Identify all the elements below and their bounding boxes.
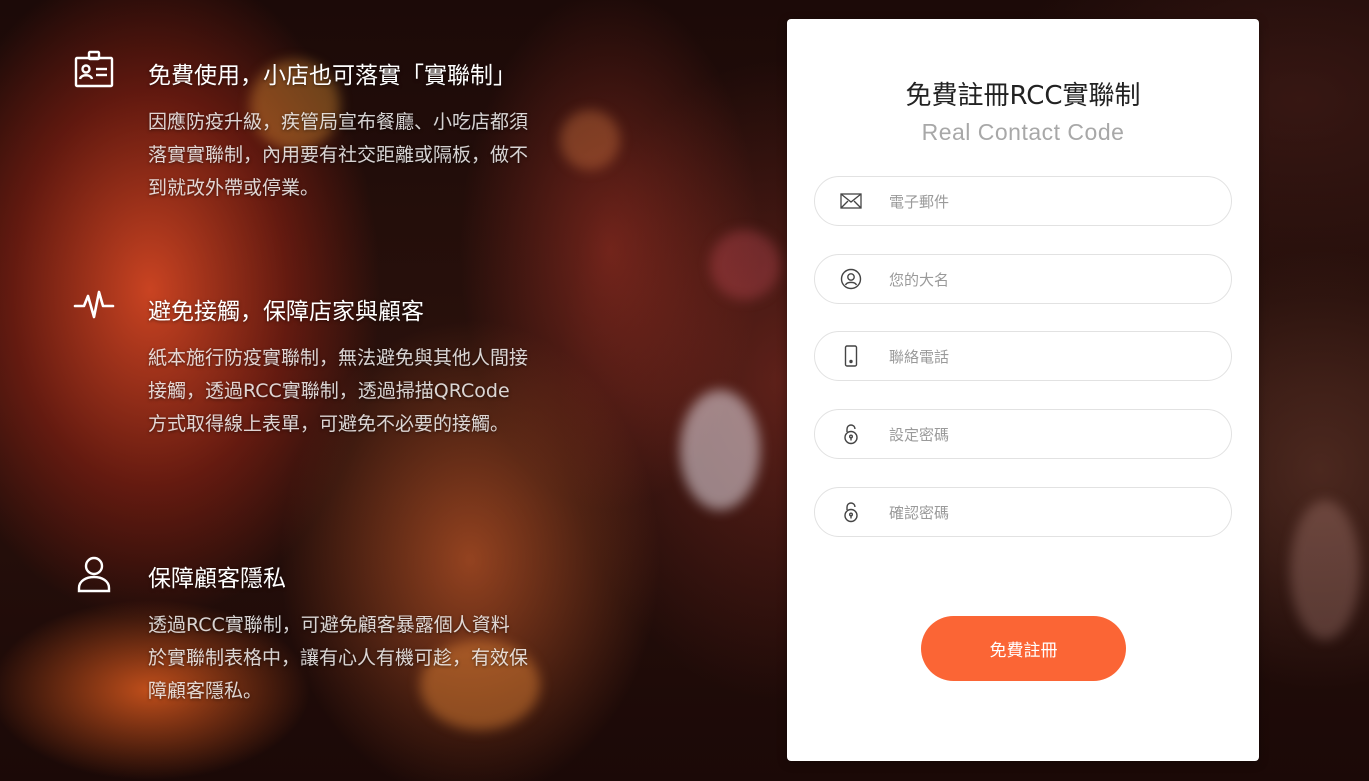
lock-icon — [840, 423, 862, 445]
feature-description: 紙本施行防疫實聯制，無法避免與其他人間接接觸，透過RCC實聯制，透過掃描QRCo… — [148, 347, 529, 435]
form-subtitle: Real Contact Code — [921, 119, 1125, 145]
features-panel: 免費使用，小店也可落實「實聯制」 因應防疫升級，疾管局宣布餐廳、小吃店都須落實實… — [0, 0, 780, 781]
password-input[interactable] — [887, 410, 1211, 460]
name-input[interactable] — [887, 255, 1211, 305]
lock-icon — [840, 501, 862, 523]
envelope-icon — [840, 190, 862, 212]
register-button[interactable]: 免費註冊 — [921, 616, 1126, 681]
name-field[interactable] — [814, 254, 1232, 305]
feature-description: 透過RCC實聯制，可避免顧客暴露個人資料於實聯制表格中，讓有心人有機可趁，有效保… — [148, 614, 529, 702]
form-title: 免費註冊RCC實聯制 — [905, 81, 1141, 111]
heartbeat-icon — [73, 286, 115, 328]
feature-title: 避免接觸，保障店家與顧客 — [148, 299, 424, 325]
confirm-password-field[interactable] — [814, 487, 1232, 538]
email-field[interactable] — [814, 176, 1232, 227]
registration-card: 免費註冊RCC實聯制 Real Contact Code 電子郵件 您的大名 聯… — [787, 19, 1259, 761]
feature-free-use: 免費使用，小店也可落實「實聯制」 因應防疫升級，疾管局宣布餐廳、小吃店都須落實實… — [73, 50, 553, 210]
phone-field[interactable] — [814, 331, 1232, 382]
id-card-icon — [73, 50, 115, 92]
phone-input[interactable] — [887, 332, 1211, 382]
feature-title: 保障顧客隱私 — [148, 566, 286, 592]
feature-avoid-contact: 避免接觸，保障店家與顧客 紙本施行防疫實聯制，無法避免與其他人間接接觸，透過RC… — [73, 286, 553, 486]
user-icon — [73, 553, 115, 595]
feature-description: 因應防疫升級，疾管局宣布餐廳、小吃店都須落實實聯制，內用要有社交距離或隔板，做不… — [148, 111, 529, 199]
user-circle-icon — [840, 268, 862, 290]
bokeh-light — [1290, 500, 1360, 640]
mobile-phone-icon — [840, 345, 862, 367]
password-field[interactable] — [814, 409, 1232, 460]
confirm-password-input[interactable] — [887, 488, 1211, 538]
feature-title: 免費使用，小店也可落實「實聯制」 — [148, 63, 516, 89]
feature-privacy: 保障顧客隱私 透過RCC實聯制，可避免顧客暴露個人資料於實聯制表格中，讓有心人有… — [73, 553, 553, 723]
email-input[interactable] — [887, 177, 1211, 227]
